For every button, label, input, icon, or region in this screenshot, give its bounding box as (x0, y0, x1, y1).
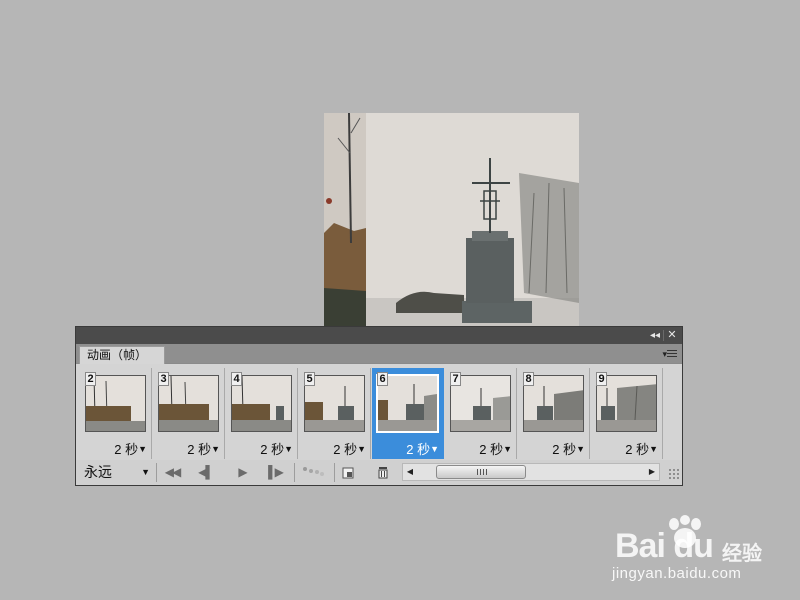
frames-scrollbar[interactable]: ◀ ▶ (402, 463, 660, 481)
scene-illustration (324, 113, 579, 326)
chevron-down-icon: ▼ (141, 467, 150, 477)
frame-delay[interactable]: 2 秒▼ (552, 439, 585, 458)
next-frame-button[interactable]: ▌▶ (264, 464, 286, 480)
close-panel-button[interactable]: ✕ (666, 329, 678, 342)
collapse-panel-button[interactable]: ◂◂ (648, 329, 662, 342)
frame-delay[interactable]: 2 秒▼ (625, 439, 658, 458)
grip-icon (477, 469, 487, 475)
delay-caret-icon: ▼ (284, 444, 293, 454)
animation-toolbar: 永远 ▼ ◀◀ ◀▌ ▶ ▌▶ ◀ ▶ (76, 460, 682, 485)
delay-caret-icon: ▼ (503, 444, 512, 454)
delay-caret-icon: ▼ (576, 444, 585, 454)
frame-number: 4 (231, 372, 242, 386)
frame-cell[interactable]: 5 2 秒▼ (299, 368, 371, 459)
panel-title-bar: ◂◂ ✕ (76, 327, 682, 344)
toolbar-divider (334, 463, 335, 482)
toolbar-divider (294, 463, 295, 482)
delay-caret-icon: ▼ (357, 444, 366, 454)
delay-caret-icon: ▼ (211, 444, 220, 454)
frame-delay-value: 2 秒 (114, 442, 139, 457)
frame-number: 9 (596, 372, 607, 386)
step-forward-icon: ▌▶ (268, 465, 284, 479)
frame-delay[interactable]: 2 秒▼ (479, 439, 512, 458)
frame-delay[interactable]: 2 秒▼ (260, 439, 293, 458)
frame-cell[interactable]: 9 2 秒▼ (591, 368, 663, 459)
frame-number: 6 (377, 372, 388, 386)
loop-option-value: 永远 (84, 464, 112, 480)
delay-caret-icon: ▼ (649, 444, 658, 454)
frame-delay-value: 2 秒 (187, 442, 212, 457)
delete-frame-button[interactable] (376, 465, 390, 479)
frame-delay-value: 2 秒 (406, 442, 431, 457)
frame-delay[interactable]: 2 秒▼ (406, 439, 439, 458)
animation-panel: ◂◂ ✕ 动画（帧） ▾ 2 2 秒▼ 3 2 秒▼ 4 2 秒▼ 5 2 秒▼… (75, 326, 683, 486)
baidu-watermark: Bai du 经验 jingyan.baidu.com (612, 515, 762, 585)
frame-number: 8 (523, 372, 534, 386)
tween-icon (303, 467, 324, 476)
frame-delay-value: 2 秒 (552, 442, 577, 457)
frame-number: 7 (450, 372, 461, 386)
step-back-icon: ◀▌ (198, 465, 214, 479)
scroll-left-arrow-icon[interactable]: ◀ (403, 464, 417, 480)
loop-options-select[interactable]: 永远 ▼ (84, 463, 150, 482)
frame-delay[interactable]: 2 秒▼ (114, 439, 147, 458)
tab-animation-frames[interactable]: 动画（帧） (79, 346, 165, 364)
frame-cell[interactable]: 7 2 秒▼ (445, 368, 517, 459)
frame-cell[interactable]: 1 (664, 368, 668, 459)
panel-menu-icon (667, 350, 677, 360)
canvas-image (324, 113, 579, 326)
duplicate-frame-button[interactable] (341, 465, 355, 479)
first-frame-button[interactable]: ◀◀ (160, 464, 184, 480)
tween-button[interactable] (300, 464, 326, 480)
scroll-right-arrow-icon[interactable]: ▶ (645, 464, 659, 480)
toolbar-divider (156, 463, 157, 482)
frame-delay-value: 2 秒 (260, 442, 285, 457)
play-button[interactable]: ▶ (234, 464, 250, 480)
frame-cell[interactable]: 4 2 秒▼ (226, 368, 298, 459)
new-frame-icon (342, 467, 354, 479)
scrollbar-thumb[interactable] (436, 465, 526, 479)
panel-menu-button[interactable]: ▾ (657, 347, 677, 361)
frame-cell[interactable]: 2 2 秒▼ (80, 368, 152, 459)
frame-delay-value: 2 秒 (333, 442, 358, 457)
rewind-icon: ◀◀ (164, 465, 182, 479)
panel-tab-strip: 动画（帧） ▾ (76, 344, 682, 364)
frame-delay-value: 2 秒 (625, 442, 650, 457)
frame-strip: 2 2 秒▼ 3 2 秒▼ 4 2 秒▼ 5 2 秒▼ 6 2 秒▼ 7 2 秒… (80, 368, 668, 459)
frame-delay[interactable]: 2 秒▼ (333, 439, 366, 458)
delay-caret-icon: ▼ (430, 444, 439, 454)
frame-number: 2 (85, 372, 96, 386)
frame-cell[interactable]: 8 2 秒▼ (518, 368, 590, 459)
title-bar-divider (663, 330, 664, 341)
trash-icon (378, 467, 388, 479)
frame-delay[interactable]: 2 秒▼ (187, 439, 220, 458)
frame-number: 3 (158, 372, 169, 386)
frame-cell-selected[interactable]: 6 2 秒▼ (372, 368, 444, 459)
frame-number: 5 (304, 372, 315, 386)
previous-frame-button[interactable]: ◀▌ (194, 464, 216, 480)
frame-delay-value: 2 秒 (479, 442, 504, 457)
watermark-brand-text: 经验 (722, 543, 762, 565)
resize-grip-icon[interactable] (668, 468, 680, 480)
watermark-logo-text: Bai du (615, 527, 714, 565)
play-icon: ▶ (238, 465, 247, 479)
frame-cell[interactable]: 3 2 秒▼ (153, 368, 225, 459)
watermark-url: jingyan.baidu.com (612, 565, 742, 582)
delay-caret-icon: ▼ (138, 444, 147, 454)
